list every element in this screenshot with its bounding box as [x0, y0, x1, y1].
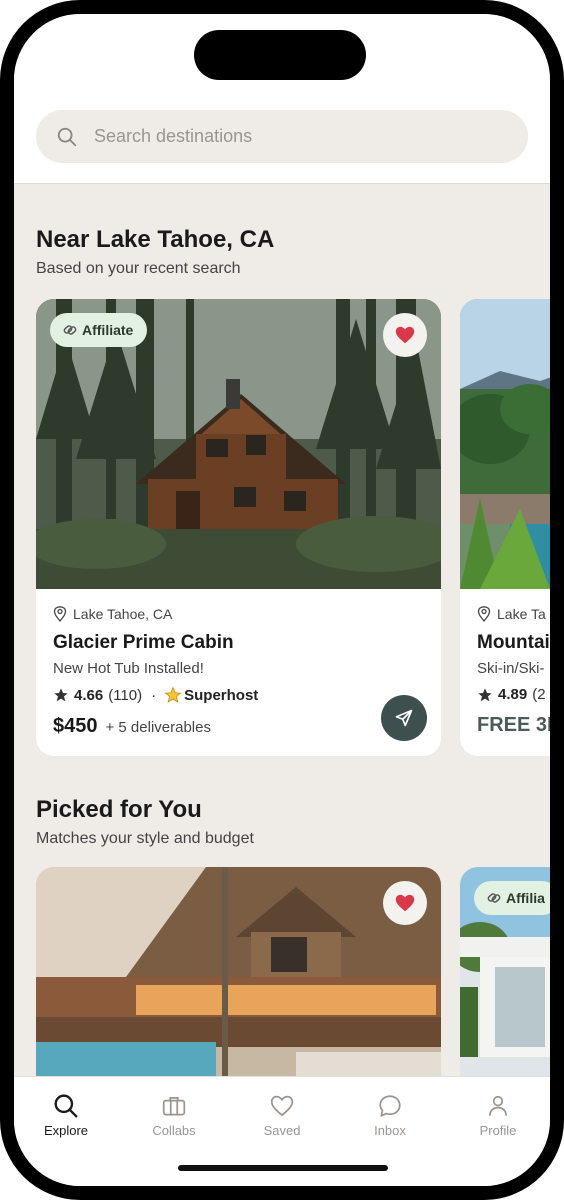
- tab-label: Collabs: [152, 1123, 196, 1138]
- favorite-button[interactable]: [383, 881, 427, 925]
- superhost-star-icon: [164, 686, 182, 703]
- star-icon: [478, 687, 492, 701]
- heart-filled-icon: [395, 326, 415, 344]
- listing-card[interactable]: [36, 867, 441, 1076]
- location-text: Lake Ta: [497, 606, 546, 622]
- price-row: FREE 3D: [477, 714, 550, 737]
- rating-row: 4.66 (110) · Superhost: [53, 686, 424, 704]
- affiliate-label: Affilia: [506, 890, 545, 906]
- affiliate-badge: Affilia: [474, 881, 550, 915]
- chat-bubble-icon: [379, 1095, 401, 1117]
- briefcase-icon: [162, 1097, 186, 1116]
- tab-label: Explore: [43, 1123, 89, 1138]
- superhost-label: Superhost: [184, 686, 259, 704]
- search-icon: [54, 1094, 78, 1118]
- tab-profile[interactable]: Profile: [458, 1093, 538, 1138]
- affiliate-badge: Affiliate: [50, 313, 148, 347]
- listing-title: Glacier Prime Cabin: [53, 632, 234, 653]
- listing-details: Lake Tahoe, CA Glacier Prime Cabin New H…: [36, 589, 441, 741]
- tab-inbox[interactable]: Inbox: [350, 1093, 430, 1138]
- favorite-button[interactable]: [383, 313, 427, 357]
- share-button[interactable]: [381, 695, 427, 741]
- location-text: Lake Tahoe, CA: [73, 606, 173, 622]
- tab-label: Inbox: [374, 1123, 406, 1138]
- price: FREE 3D: [477, 714, 550, 736]
- section-title: Near Lake Tahoe, CA: [36, 226, 275, 253]
- listing-card[interactable]: Affiliate Lake Tahoe, CA Glacier Prime C…: [36, 299, 441, 756]
- search-bar[interactable]: Search destinations: [36, 110, 528, 163]
- person-icon: [489, 1095, 507, 1116]
- search-icon: [57, 127, 77, 146]
- send-icon: [395, 709, 413, 727]
- star-icon: [54, 688, 68, 702]
- location-row: Lake Tahoe, CA: [53, 605, 424, 623]
- review-count: (2: [532, 686, 546, 703]
- listing-subtitle: New Hot Tub Installed!: [53, 660, 204, 677]
- listing-title: Mountai: [477, 632, 550, 653]
- link-icon: [63, 325, 77, 335]
- review-count: (110): [108, 686, 143, 704]
- rating-row: 4.89 (2: [477, 686, 550, 703]
- explore-feed: Near Lake Tahoe, CA Based on your recent…: [14, 184, 550, 1076]
- price-row: $450 + 5 deliverables: [53, 715, 424, 738]
- map-pin-icon: [477, 606, 491, 622]
- tab-explore[interactable]: Explore: [26, 1093, 106, 1138]
- heart-outline-icon: [270, 1095, 294, 1117]
- heart-filled-icon: [395, 894, 415, 912]
- listing-photo: [460, 299, 550, 589]
- listing-photo: [36, 867, 441, 1076]
- listing-card[interactable]: Affilia: [460, 867, 550, 1076]
- map-pin-icon: [53, 606, 67, 622]
- dynamic-island: [194, 30, 366, 80]
- location-row: Lake Ta: [477, 605, 550, 623]
- tab-label: Profile: [479, 1123, 517, 1138]
- separator-dot: ·: [151, 686, 157, 704]
- section-subtitle: Based on your recent search: [36, 260, 241, 277]
- listing-subtitle: Ski-in/Ski-: [477, 660, 545, 677]
- tab-saved[interactable]: Saved: [242, 1093, 322, 1138]
- tab-collabs[interactable]: Collabs: [134, 1093, 214, 1138]
- listing-details: Lake Ta Mountai Ski-in/Ski- 4.89 (2 FREE…: [460, 589, 550, 737]
- price: $450: [53, 715, 98, 737]
- rating-value: 4.66: [74, 686, 104, 704]
- section-title: Picked for You: [36, 796, 202, 823]
- home-indicator[interactable]: [178, 1165, 388, 1171]
- section-subtitle: Matches your style and budget: [36, 830, 254, 847]
- affiliate-label: Affiliate: [82, 322, 134, 338]
- search-input[interactable]: Search destinations: [94, 126, 252, 147]
- device-frame: Search destinations Near Lake Tahoe, CA …: [0, 0, 564, 1200]
- listing-card[interactable]: Lake Ta Mountai Ski-in/Ski- 4.89 (2 FREE…: [460, 299, 550, 756]
- link-icon: [487, 893, 501, 903]
- deliverables: + 5 deliverables: [105, 719, 211, 736]
- rating-value: 4.89: [498, 686, 528, 703]
- tab-label: Saved: [263, 1123, 301, 1138]
- screen: Search destinations Near Lake Tahoe, CA …: [14, 14, 550, 1186]
- tab-bar: Explore Collabs Saved Inbox Profile: [14, 1076, 550, 1186]
